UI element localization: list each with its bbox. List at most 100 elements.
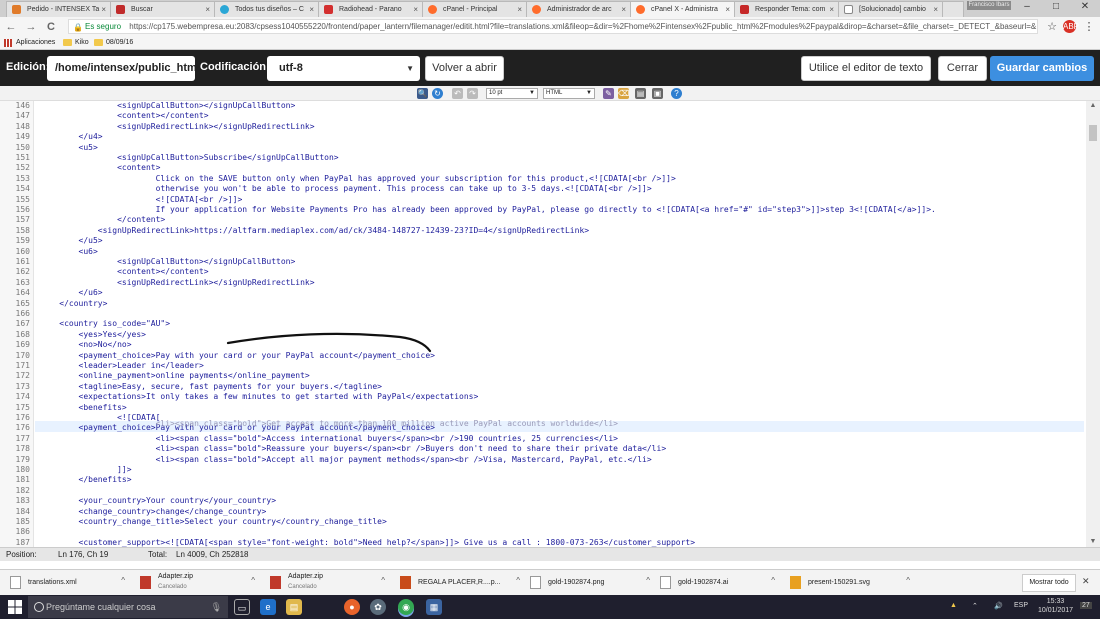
chevron-up-icon[interactable]: ^ bbox=[646, 576, 650, 586]
bookmark-date-folder[interactable]: 08/09/16 bbox=[94, 36, 133, 50]
vertical-scrollbar[interactable]: ▲ ▼ bbox=[1086, 101, 1100, 547]
tab-favicon-icon bbox=[116, 5, 125, 14]
tab-close-icon[interactable]: × bbox=[101, 2, 106, 17]
file-path-field[interactable]: /home/intensex/public_html bbox=[47, 56, 195, 81]
tab-cpanel-principal[interactable]: cPanel - Principal × bbox=[422, 1, 527, 17]
download-item[interactable]: REGALA PLACER,R....p... ^ bbox=[400, 572, 520, 594]
bookmark-apps[interactable]: Aplicaciones bbox=[4, 36, 55, 50]
back-arrow-icon[interactable]: ← bbox=[4, 20, 18, 34]
scrollbar-thumb[interactable] bbox=[1089, 125, 1097, 141]
undo-icon[interactable]: ↶ bbox=[452, 88, 463, 99]
tab-close-icon[interactable]: × bbox=[933, 2, 938, 17]
image-file-icon bbox=[530, 576, 541, 589]
reopen-button[interactable]: Volver a abrir bbox=[425, 56, 504, 81]
apps-grid-icon bbox=[4, 39, 12, 47]
close-icon[interactable]: ✕ bbox=[1082, 576, 1090, 587]
download-item[interactable]: present-150291.svg ^ bbox=[790, 572, 910, 594]
tab-pedido[interactable]: Pedido - INTENSEX Ta × bbox=[6, 1, 111, 17]
adblock-icon[interactable]: ABP bbox=[1063, 20, 1079, 33]
taskbar-search-input[interactable]: Pregúntame cualquier cosa 🎙 bbox=[28, 596, 228, 618]
tab-close-icon[interactable]: × bbox=[205, 2, 210, 17]
gimp-icon[interactable]: ✿ bbox=[370, 599, 386, 615]
document-icon bbox=[400, 576, 411, 589]
code-editor[interactable]: 146 147 148 149 150 151 152 153 154 155 156 157 158 1… bbox=[0, 101, 1100, 547]
file-explorer-icon[interactable]: ▤ bbox=[286, 599, 302, 615]
chevron-up-icon[interactable]: ^ bbox=[251, 576, 255, 586]
download-name: Adapter.zip bbox=[288, 573, 324, 580]
tab-label: Pedido - INTENSEX Ta bbox=[27, 6, 100, 13]
secure-label: Es seguro bbox=[85, 22, 122, 31]
chrome-icon[interactable]: ◉ bbox=[398, 599, 414, 615]
scroll-up-icon[interactable]: ▲ bbox=[1086, 101, 1100, 111]
tab-radiohead[interactable]: Radiohead - Parano × bbox=[318, 1, 423, 17]
task-view-icon[interactable]: ▭ bbox=[234, 599, 250, 615]
volume-icon[interactable]: 🔊 bbox=[994, 602, 1003, 610]
language-indicator[interactable]: ESP bbox=[1014, 602, 1028, 609]
chevron-up-icon[interactable]: ^ bbox=[771, 576, 775, 586]
chevron-up-icon[interactable]: ^ bbox=[121, 576, 125, 586]
save-button[interactable]: Guardar cambios bbox=[990, 56, 1094, 81]
tab-close-icon[interactable]: × bbox=[517, 2, 522, 17]
download-item[interactable]: Adapter.zip Cancelado ^ bbox=[140, 572, 255, 594]
close-button[interactable]: Cerrar bbox=[938, 56, 987, 81]
firefox-icon[interactable]: ● bbox=[344, 599, 360, 615]
star-icon[interactable]: ☆ bbox=[1045, 20, 1059, 34]
warning-icon[interactable]: ▲ bbox=[950, 602, 957, 609]
toggle-editor-icon[interactable]: ▤ bbox=[635, 88, 646, 99]
download-item[interactable]: Adapter.zip Cancelado ^ bbox=[270, 572, 385, 594]
tab-label: Radiohead - Parano bbox=[339, 6, 402, 13]
font-size-value: 10 pt bbox=[489, 90, 503, 96]
tab-cpanel-x[interactable]: cPanel X - Administra × bbox=[630, 1, 735, 17]
scroll-down-icon[interactable]: ▼ bbox=[1086, 537, 1100, 547]
tab-disenos[interactable]: Todos tus diseños – C × bbox=[214, 1, 319, 17]
menu-icon[interactable]: ⋮ bbox=[1082, 20, 1096, 34]
download-item[interactable]: gold-1902874.png ^ bbox=[530, 572, 650, 594]
bookmark-kiko[interactable]: Kiko bbox=[63, 36, 89, 50]
tab-administrador[interactable]: Administrador de arc × bbox=[526, 1, 631, 17]
url-input[interactable]: 🔒 Es seguro https://cp175.webempresa.eu:… bbox=[68, 19, 1038, 34]
edge-icon[interactable]: e bbox=[260, 599, 276, 615]
goto-line-icon[interactable]: ↻ bbox=[432, 88, 443, 99]
encoding-select[interactable]: utf-8 ▼ bbox=[267, 56, 420, 81]
notifications-badge[interactable]: 27 bbox=[1080, 602, 1092, 609]
fullscreen-icon[interactable]: ▣ bbox=[652, 88, 663, 99]
close-window-button[interactable]: ✕ bbox=[1070, 0, 1100, 14]
reload-icon[interactable]: C bbox=[44, 20, 58, 34]
tab-close-icon[interactable]: × bbox=[725, 2, 730, 17]
chevron-up-icon[interactable]: ^ bbox=[516, 576, 520, 586]
show-all-button[interactable]: Mostrar todo bbox=[1022, 574, 1076, 592]
redo-icon[interactable]: ↷ bbox=[467, 88, 478, 99]
windows-start-icon[interactable] bbox=[7, 599, 23, 615]
highlight-icon[interactable]: ✎ bbox=[603, 88, 614, 99]
forward-arrow-icon[interactable]: → bbox=[24, 20, 38, 34]
tab-close-icon[interactable]: × bbox=[413, 2, 418, 17]
tab-label: Responder Tema: com bbox=[755, 6, 826, 13]
profile-button[interactable]: Francisco Ibars bbox=[967, 1, 1011, 10]
download-item[interactable]: gold-1902874.ai ^ bbox=[660, 572, 775, 594]
download-item[interactable]: translations.xml ^ bbox=[10, 572, 125, 594]
search-icon[interactable]: 🔍 bbox=[417, 88, 428, 99]
reset-highlight-icon[interactable]: ⌫ bbox=[618, 88, 629, 99]
help-icon[interactable]: ? bbox=[671, 88, 682, 99]
tab-responder[interactable]: Responder Tema: com × bbox=[734, 1, 839, 17]
maximize-button[interactable]: □ bbox=[1041, 0, 1071, 14]
font-size-select[interactable]: 10 pt ▼ bbox=[486, 88, 538, 99]
tab-close-icon[interactable]: × bbox=[621, 2, 626, 17]
microphone-icon[interactable]: 🎙 bbox=[211, 596, 222, 618]
tab-buscar[interactable]: Buscar × bbox=[110, 1, 215, 17]
chevron-up-icon[interactable]: ^ bbox=[381, 576, 385, 586]
encoding-value: utf-8 bbox=[279, 62, 303, 74]
text-editor-button[interactable]: Utilice el editor de texto bbox=[801, 56, 931, 81]
network-icon[interactable]: ⌃ bbox=[972, 602, 978, 610]
app-icon[interactable]: ▦ bbox=[426, 599, 442, 615]
minimize-button[interactable]: – bbox=[1012, 0, 1042, 14]
tab-close-icon[interactable]: × bbox=[309, 2, 314, 17]
clock[interactable]: 15:33 10/01/2017 bbox=[1038, 597, 1073, 615]
tab-close-icon[interactable]: × bbox=[829, 2, 834, 17]
tab-solucionado[interactable]: [Solucionado] cambio × bbox=[838, 1, 943, 17]
new-tab-button[interactable] bbox=[942, 1, 964, 17]
url-text: https://cp175.webempresa.eu:2083/cpsess1… bbox=[129, 22, 1037, 31]
chevron-up-icon[interactable]: ^ bbox=[906, 576, 910, 586]
file-icon bbox=[660, 576, 671, 589]
syntax-select[interactable]: HTML ▼ bbox=[543, 88, 595, 99]
